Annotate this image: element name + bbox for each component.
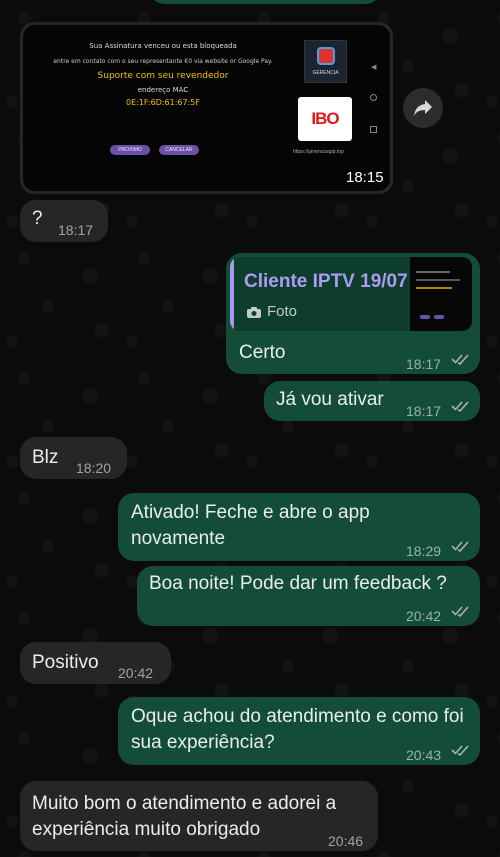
message-outgoing[interactable]: Ativado! Feche e abre o app novamente 18… (118, 493, 480, 561)
screenshot-next-button: PROXIMO (110, 145, 150, 155)
screenshot-mac-label: endereço MAC (137, 86, 189, 94)
screenshot-image[interactable]: Sua Assinatura venceu ou esta bloqueada … (23, 25, 390, 191)
screenshot-logo-gerencia: GERENCIA (304, 40, 347, 83)
message-time: 18:17 (406, 403, 442, 419)
message-outgoing-reply[interactable]: Cliente IPTV 19/07 Foto Certo 18:17 (226, 253, 480, 374)
screenshot-logo-ibo: IBO (298, 97, 352, 141)
double-check-icon (451, 541, 469, 552)
message-incoming[interactable]: Muito bom o atendimento e adorei a exper… (20, 781, 378, 851)
message-time: 18:17 (58, 222, 94, 238)
double-check-icon (451, 745, 469, 756)
screenshot-line2: entre em contato com o seu representante… (53, 58, 273, 65)
message-incoming[interactable]: Positivo 20:42 (20, 642, 171, 684)
quoted-message[interactable]: Cliente IPTV 19/07 Foto (230, 257, 472, 331)
message-time: 18:17 (406, 356, 442, 372)
android-back-icon: ◀ (371, 64, 377, 71)
message-time: 20:46 (328, 833, 364, 849)
message-text: Positivo (32, 652, 99, 673)
previous-message-bubble[interactable] (150, 0, 380, 4)
quote-accent-bar (230, 257, 234, 331)
android-recent-icon (370, 126, 377, 133)
message-text: Já vou ativar (276, 389, 384, 410)
thumb-line (416, 279, 460, 281)
screenshot-mac-value: 0E:1F:6D:61:67:5F (126, 98, 200, 107)
message-time: 20:42 (406, 608, 442, 624)
screenshot-line1: Sua Assinatura venceu ou esta bloqueada (89, 42, 237, 50)
message-text: Ativado! Feche e abre o app novamente (131, 502, 370, 549)
quote-title: Cliente IPTV 19/07 (244, 271, 408, 292)
thumb-button (434, 315, 444, 319)
screenshot-site: https://gerenciaapp.top (293, 149, 344, 155)
message-text: Boa noite! Pode dar um feedback ? (149, 573, 447, 594)
message-text: ? (32, 208, 43, 229)
thumb-line (416, 287, 452, 289)
message-text: Muito bom o atendimento e adorei a exper… (32, 793, 337, 840)
message-time: 20:43 (406, 747, 442, 763)
message-outgoing[interactable]: Já vou ativar 18:17 (264, 381, 480, 421)
screenshot-support: Suporte com seu revendedor (97, 71, 229, 81)
message-incoming-1[interactable]: ? 18:17 (20, 200, 108, 242)
message-time: 18:20 (76, 460, 112, 476)
logo-gerencia-text: GERENCIA (312, 70, 339, 76)
message-time: 18:29 (406, 543, 442, 559)
image-message[interactable]: Sua Assinatura venceu ou esta bloqueada … (20, 22, 393, 194)
quote-subtitle-text: Foto (267, 303, 298, 320)
thumb-button (420, 315, 430, 319)
message-outgoing[interactable]: Oque achou do atendimento e como foi sua… (118, 697, 480, 765)
logo-ibo-text: IBO (311, 109, 339, 128)
message-text: Blz (32, 447, 59, 468)
tv-icon (317, 47, 335, 65)
quote-thumbnail (410, 257, 472, 331)
camera-icon (247, 306, 261, 318)
share-forward-icon (414, 100, 432, 116)
message-incoming[interactable]: Blz 18:20 (20, 437, 127, 479)
double-check-icon (451, 401, 469, 412)
image-timestamp: 18:15 (346, 169, 384, 186)
double-check-icon (451, 354, 469, 365)
message-time: 20:42 (118, 665, 154, 681)
double-check-icon (451, 606, 469, 617)
message-text: Certo (239, 342, 286, 363)
message-outgoing[interactable]: Boa noite! Pode dar um feedback ? 20:42 (137, 566, 480, 626)
android-home-icon (370, 94, 377, 101)
thumb-line (416, 271, 450, 273)
screenshot-cancel-button: CANCELAR (159, 145, 199, 155)
quote-subtitle: Foto (246, 299, 297, 325)
forward-button[interactable] (403, 88, 443, 128)
